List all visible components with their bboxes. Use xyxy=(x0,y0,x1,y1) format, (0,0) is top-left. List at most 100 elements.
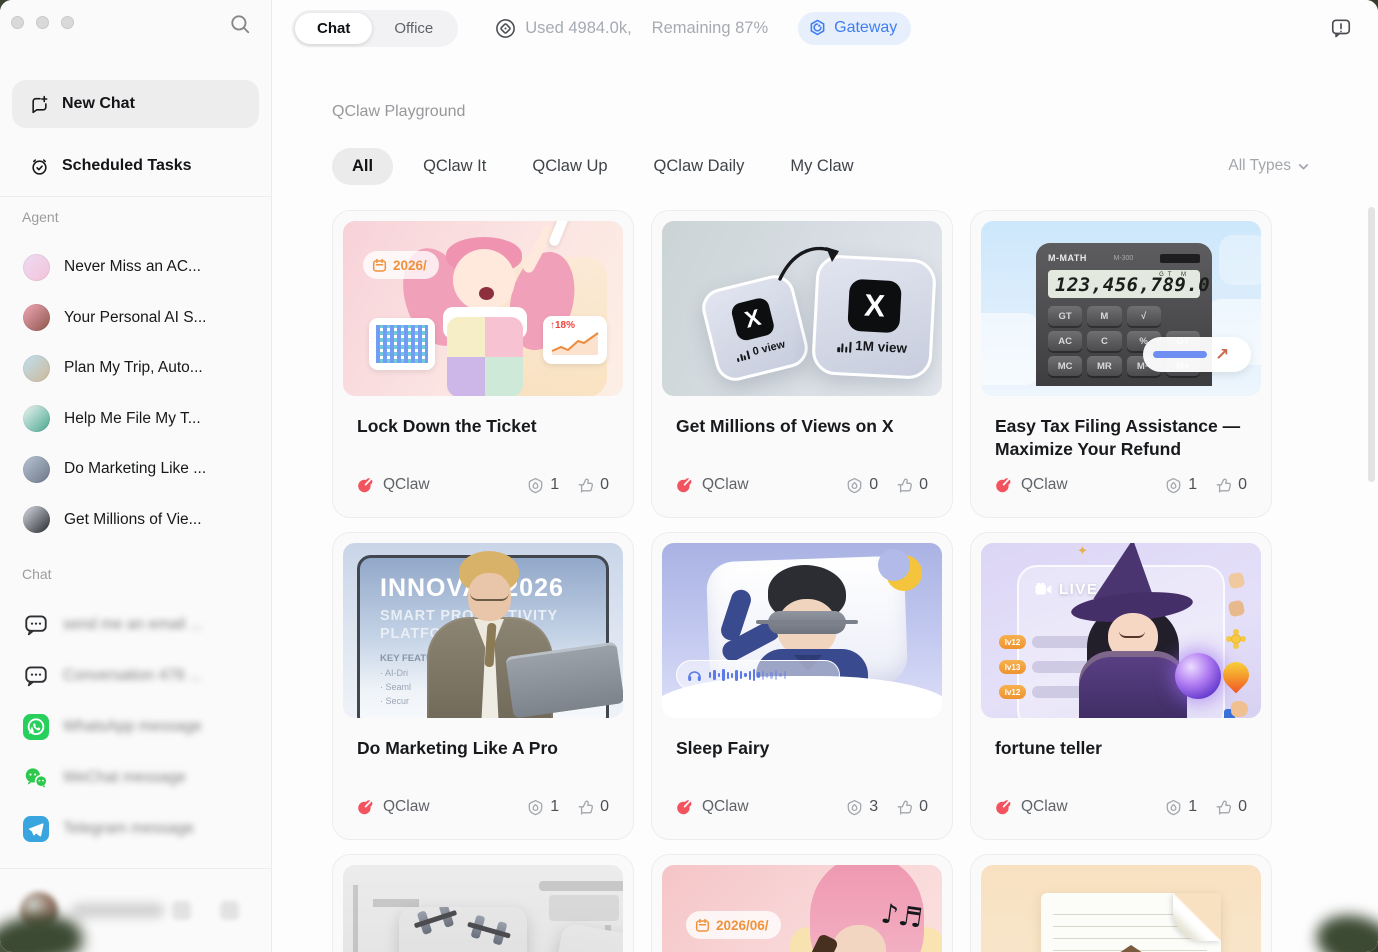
minimize-button[interactable] xyxy=(36,16,49,29)
card-image xyxy=(343,865,623,952)
card-title: Get Millions of Views on X xyxy=(676,415,928,438)
chat-item[interactable]: Conversation 478 ... xyxy=(0,651,271,702)
user-name-blurred xyxy=(72,903,164,918)
crystal-ball xyxy=(1175,653,1221,699)
scheduled-tasks-button[interactable]: Scheduled Tasks xyxy=(12,146,259,186)
chat-list: send me an email ... Conversation 478 ...… xyxy=(0,600,271,854)
agent-item[interactable]: Your Personal AI S... xyxy=(0,293,271,344)
like-count[interactable]: 0 xyxy=(896,798,928,816)
chat-item[interactable]: Telegram message xyxy=(0,803,271,854)
search-button[interactable] xyxy=(227,12,253,38)
playground-card[interactable]: M-MATHM-300GT M123,456,789.0GTM√ACC%GTMC… xyxy=(970,210,1272,518)
qclaw-logo-icon xyxy=(995,799,1011,815)
docs-icon[interactable] xyxy=(172,901,191,920)
agent-item[interactable]: Plan My Trip, Auto... xyxy=(0,343,271,394)
agent-item[interactable]: Do Marketing Like ... xyxy=(0,444,271,495)
agent-item[interactable]: Never Miss an AC... xyxy=(0,242,271,293)
card-image xyxy=(981,865,1261,952)
sidebar-divider xyxy=(0,196,271,197)
tab-my-claw[interactable]: My Claw xyxy=(790,157,853,176)
playground-card[interactable]: INNOVA 2026SMART PRODUCTIVITYPLATFORMKEY… xyxy=(332,532,634,840)
toggle-office[interactable]: Office xyxy=(372,13,455,44)
tab-qclaw-it[interactable]: QClaw It xyxy=(423,157,486,176)
fire-emoji xyxy=(1218,657,1255,694)
playground-card[interactable]: 2026/↑18%Lock Down the TicketQClaw10 xyxy=(332,210,634,518)
playground-card[interactable]: Sleep FairyQClaw30 xyxy=(651,532,953,840)
card-footer: QClaw00 xyxy=(662,476,942,507)
feedback-icon xyxy=(1330,17,1352,39)
card-footer: QClaw10 xyxy=(343,476,623,507)
agent-item[interactable]: Help Me File My T... xyxy=(0,394,271,445)
tab-all[interactable]: All xyxy=(332,148,393,185)
agent-item[interactable]: Get Millions of Vie... xyxy=(0,495,271,546)
topbar: Chat Office Used 4984.0k, Remaining 87% … xyxy=(272,0,1378,56)
seat-map xyxy=(369,318,435,370)
like-count[interactable]: 0 xyxy=(577,798,609,816)
like-count[interactable]: 0 xyxy=(896,476,928,494)
like-count[interactable]: 0 xyxy=(1215,476,1247,494)
chat-item[interactable]: WhatsApp message xyxy=(0,702,271,753)
card-author: QClaw xyxy=(357,798,430,816)
qclaw-logo-icon xyxy=(357,799,373,815)
usage-count-icon xyxy=(1165,799,1182,816)
growth-pill: ↗ xyxy=(1143,337,1251,372)
wallpaper-corner xyxy=(1310,905,1378,952)
scrollbar-thumb[interactable] xyxy=(1368,207,1375,482)
paper-sheet xyxy=(1041,893,1221,952)
gateway-button[interactable]: Gateway xyxy=(798,12,911,45)
feedback-button[interactable] xyxy=(1330,17,1352,39)
chat-item[interactable]: send me an email ... xyxy=(0,600,271,651)
playground-card[interactable]: LIVElv12lv13lv12✦fortune tellerQClaw10 xyxy=(970,532,1272,840)
close-button[interactable] xyxy=(11,16,24,29)
agent-list: Never Miss an AC...Your Personal AI S...… xyxy=(0,242,271,545)
playground-card[interactable]: X0 viewX1M view Get Millions of Views on … xyxy=(651,210,953,518)
agent-avatar xyxy=(23,355,50,382)
trend-chart: ↑18% xyxy=(543,316,607,364)
card-author-name: QClaw xyxy=(1021,476,1068,494)
search-icon xyxy=(229,13,251,35)
card-title: Sleep Fairy xyxy=(676,737,928,760)
card-author-name: QClaw xyxy=(702,476,749,494)
tab-qclaw-up[interactable]: QClaw Up xyxy=(532,157,607,176)
card-image: X0 viewX1M view xyxy=(662,221,942,396)
page-curl xyxy=(1173,893,1221,941)
audio-waveform xyxy=(676,660,840,690)
like-count[interactable]: 0 xyxy=(577,476,609,494)
like-icon xyxy=(1215,799,1232,816)
app-window: New Chat Scheduled Tasks Agent Never Mis… xyxy=(0,0,1378,952)
playground-card[interactable]: 2026/06/♪♬ xyxy=(651,854,953,952)
x-logo: X xyxy=(730,296,776,342)
settings-icon[interactable] xyxy=(220,901,239,920)
toggle-chat[interactable]: Chat xyxy=(295,13,372,44)
thumbs-up-emoji xyxy=(1224,701,1248,718)
card-title: Easy Tax Filing Assistance — Maximize Yo… xyxy=(995,415,1247,461)
main-area: Chat Office Used 4984.0k, Remaining 87% … xyxy=(272,0,1378,952)
photo-frame xyxy=(399,907,527,952)
live-badge: LIVE xyxy=(1035,581,1098,598)
playground-card[interactable] xyxy=(332,854,634,952)
usage-count: 1 xyxy=(1165,798,1197,816)
lightstick xyxy=(548,221,572,247)
chat-label-blurred: WhatsApp message xyxy=(63,718,202,736)
new-chat-button[interactable]: New Chat xyxy=(12,80,259,128)
type-filter-dropdown[interactable]: All Types xyxy=(1228,157,1310,175)
playground-card-grid: 2026/↑18%Lock Down the TicketQClaw10X0 v… xyxy=(332,210,1272,952)
card-image: M-MATHM-300GT M123,456,789.0GTM√ACC%GTMC… xyxy=(981,221,1261,396)
agent-section-label: Agent xyxy=(22,209,59,225)
reaction-emojis xyxy=(1223,573,1249,718)
zoom-button[interactable] xyxy=(61,16,74,29)
chat-label-blurred: send me an email ... xyxy=(63,616,203,634)
playground-card[interactable] xyxy=(970,854,1272,952)
card-image xyxy=(662,543,942,718)
tab-qclaw-daily[interactable]: QClaw Daily xyxy=(654,157,745,176)
like-count[interactable]: 0 xyxy=(1215,798,1247,816)
wechat-icon xyxy=(23,765,49,791)
card-image: LIVElv12lv13lv12✦ xyxy=(981,543,1261,718)
usage-count: 1 xyxy=(527,476,559,494)
agent-avatar xyxy=(23,304,50,331)
usage-used: Used 4984.0k, xyxy=(525,19,631,38)
sleep-mask xyxy=(768,611,846,634)
chat-item[interactable]: WeChat message xyxy=(0,752,271,803)
card-author: QClaw xyxy=(676,798,749,816)
card-author-name: QClaw xyxy=(702,798,749,816)
